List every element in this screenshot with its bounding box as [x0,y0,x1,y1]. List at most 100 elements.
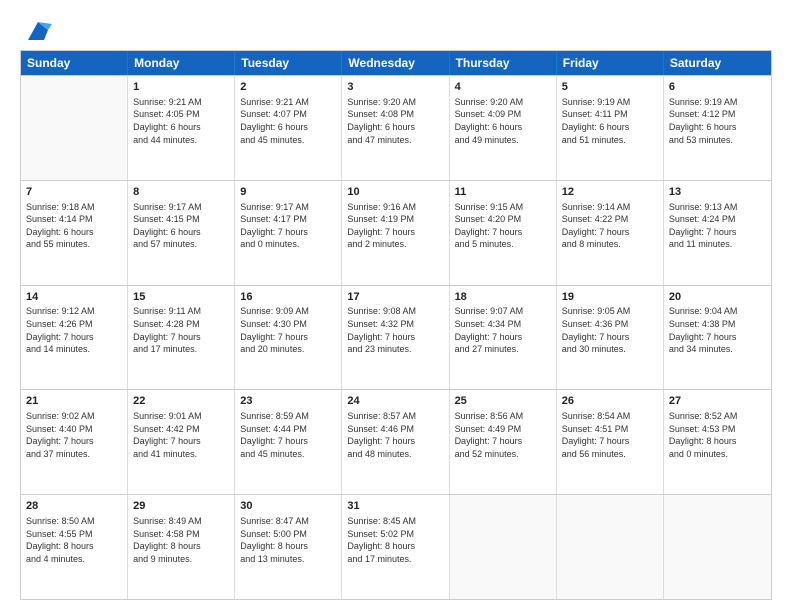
calendar-cell: 31Sunrise: 8:45 AMSunset: 5:02 PMDayligh… [342,495,449,599]
calendar-cell: 10Sunrise: 9:16 AMSunset: 4:19 PMDayligh… [342,181,449,285]
cell-info: Sunrise: 9:07 AMSunset: 4:34 PMDaylight:… [455,305,551,355]
cell-info: Sunrise: 9:13 AMSunset: 4:24 PMDaylight:… [669,201,766,251]
calendar-cell: 16Sunrise: 9:09 AMSunset: 4:30 PMDayligh… [235,286,342,390]
cell-info: Sunrise: 9:12 AMSunset: 4:26 PMDaylight:… [26,305,122,355]
day-number: 29 [133,499,229,514]
calendar-cell: 20Sunrise: 9:04 AMSunset: 4:38 PMDayligh… [664,286,771,390]
day-number: 21 [26,394,122,409]
day-number: 24 [347,394,443,409]
calendar-row-1: 7Sunrise: 9:18 AMSunset: 4:14 PMDaylight… [21,180,771,285]
day-number: 8 [133,185,229,200]
day-number: 15 [133,290,229,305]
day-number: 19 [562,290,658,305]
calendar-cell: 21Sunrise: 9:02 AMSunset: 4:40 PMDayligh… [21,390,128,494]
calendar-cell: 12Sunrise: 9:14 AMSunset: 4:22 PMDayligh… [557,181,664,285]
header-cell-tuesday: Tuesday [235,51,342,75]
cell-info: Sunrise: 9:19 AMSunset: 4:12 PMDaylight:… [669,96,766,146]
day-number: 13 [669,185,766,200]
cell-info: Sunrise: 9:17 AMSunset: 4:15 PMDaylight:… [133,201,229,251]
calendar-header: SundayMondayTuesdayWednesdayThursdayFrid… [21,51,771,75]
day-number: 18 [455,290,551,305]
day-number: 12 [562,185,658,200]
header [20,16,772,40]
cell-info: Sunrise: 9:17 AMSunset: 4:17 PMDaylight:… [240,201,336,251]
calendar-cell: 5Sunrise: 9:19 AMSunset: 4:11 PMDaylight… [557,76,664,180]
header-cell-wednesday: Wednesday [342,51,449,75]
cell-info: Sunrise: 9:09 AMSunset: 4:30 PMDaylight:… [240,305,336,355]
calendar-cell: 23Sunrise: 8:59 AMSunset: 4:44 PMDayligh… [235,390,342,494]
cell-info: Sunrise: 9:05 AMSunset: 4:36 PMDaylight:… [562,305,658,355]
calendar-cell: 1Sunrise: 9:21 AMSunset: 4:05 PMDaylight… [128,76,235,180]
calendar-row-2: 14Sunrise: 9:12 AMSunset: 4:26 PMDayligh… [21,285,771,390]
cell-info: Sunrise: 8:57 AMSunset: 4:46 PMDaylight:… [347,410,443,460]
calendar-cell: 22Sunrise: 9:01 AMSunset: 4:42 PMDayligh… [128,390,235,494]
header-cell-friday: Friday [557,51,664,75]
calendar-cell: 25Sunrise: 8:56 AMSunset: 4:49 PMDayligh… [450,390,557,494]
calendar-cell [557,495,664,599]
day-number: 14 [26,290,122,305]
cell-info: Sunrise: 9:14 AMSunset: 4:22 PMDaylight:… [562,201,658,251]
calendar-row-0: 1Sunrise: 9:21 AMSunset: 4:05 PMDaylight… [21,75,771,180]
day-number: 1 [133,80,229,95]
day-number: 5 [562,80,658,95]
day-number: 4 [455,80,551,95]
header-cell-monday: Monday [128,51,235,75]
header-cell-saturday: Saturday [664,51,771,75]
calendar-cell: 27Sunrise: 8:52 AMSunset: 4:53 PMDayligh… [664,390,771,494]
cell-info: Sunrise: 9:21 AMSunset: 4:07 PMDaylight:… [240,96,336,146]
cell-info: Sunrise: 9:01 AMSunset: 4:42 PMDaylight:… [133,410,229,460]
calendar-cell: 26Sunrise: 8:54 AMSunset: 4:51 PMDayligh… [557,390,664,494]
calendar: SundayMondayTuesdayWednesdayThursdayFrid… [20,50,772,600]
calendar-cell: 18Sunrise: 9:07 AMSunset: 4:34 PMDayligh… [450,286,557,390]
calendar-row-4: 28Sunrise: 8:50 AMSunset: 4:55 PMDayligh… [21,494,771,599]
day-number: 3 [347,80,443,95]
calendar-cell: 11Sunrise: 9:15 AMSunset: 4:20 PMDayligh… [450,181,557,285]
day-number: 7 [26,185,122,200]
day-number: 17 [347,290,443,305]
cell-info: Sunrise: 8:56 AMSunset: 4:49 PMDaylight:… [455,410,551,460]
calendar-cell: 19Sunrise: 9:05 AMSunset: 4:36 PMDayligh… [557,286,664,390]
day-number: 22 [133,394,229,409]
cell-info: Sunrise: 9:02 AMSunset: 4:40 PMDaylight:… [26,410,122,460]
cell-info: Sunrise: 9:11 AMSunset: 4:28 PMDaylight:… [133,305,229,355]
calendar-cell: 9Sunrise: 9:17 AMSunset: 4:17 PMDaylight… [235,181,342,285]
cell-info: Sunrise: 9:04 AMSunset: 4:38 PMDaylight:… [669,305,766,355]
day-number: 11 [455,185,551,200]
calendar-cell: 29Sunrise: 8:49 AMSunset: 4:58 PMDayligh… [128,495,235,599]
cell-info: Sunrise: 9:19 AMSunset: 4:11 PMDaylight:… [562,96,658,146]
calendar-cell [21,76,128,180]
calendar-cell: 2Sunrise: 9:21 AMSunset: 4:07 PMDaylight… [235,76,342,180]
page: SundayMondayTuesdayWednesdayThursdayFrid… [0,0,792,612]
cell-info: Sunrise: 9:21 AMSunset: 4:05 PMDaylight:… [133,96,229,146]
day-number: 16 [240,290,336,305]
day-number: 31 [347,499,443,514]
calendar-cell: 4Sunrise: 9:20 AMSunset: 4:09 PMDaylight… [450,76,557,180]
calendar-cell: 6Sunrise: 9:19 AMSunset: 4:12 PMDaylight… [664,76,771,180]
day-number: 6 [669,80,766,95]
header-cell-thursday: Thursday [450,51,557,75]
cell-info: Sunrise: 9:20 AMSunset: 4:09 PMDaylight:… [455,96,551,146]
cell-info: Sunrise: 8:54 AMSunset: 4:51 PMDaylight:… [562,410,658,460]
cell-info: Sunrise: 9:15 AMSunset: 4:20 PMDaylight:… [455,201,551,251]
cell-info: Sunrise: 8:49 AMSunset: 4:58 PMDaylight:… [133,515,229,565]
cell-info: Sunrise: 8:59 AMSunset: 4:44 PMDaylight:… [240,410,336,460]
day-number: 23 [240,394,336,409]
calendar-cell: 14Sunrise: 9:12 AMSunset: 4:26 PMDayligh… [21,286,128,390]
day-number: 30 [240,499,336,514]
calendar-body: 1Sunrise: 9:21 AMSunset: 4:05 PMDaylight… [21,75,771,599]
cell-info: Sunrise: 9:18 AMSunset: 4:14 PMDaylight:… [26,201,122,251]
cell-info: Sunrise: 9:16 AMSunset: 4:19 PMDaylight:… [347,201,443,251]
cell-info: Sunrise: 8:52 AMSunset: 4:53 PMDaylight:… [669,410,766,460]
day-number: 9 [240,185,336,200]
day-number: 10 [347,185,443,200]
calendar-cell: 17Sunrise: 9:08 AMSunset: 4:32 PMDayligh… [342,286,449,390]
cell-info: Sunrise: 9:20 AMSunset: 4:08 PMDaylight:… [347,96,443,146]
day-number: 27 [669,394,766,409]
cell-info: Sunrise: 8:45 AMSunset: 5:02 PMDaylight:… [347,515,443,565]
cell-info: Sunrise: 8:47 AMSunset: 5:00 PMDaylight:… [240,515,336,565]
calendar-cell: 7Sunrise: 9:18 AMSunset: 4:14 PMDaylight… [21,181,128,285]
day-number: 28 [26,499,122,514]
day-number: 25 [455,394,551,409]
calendar-cell [450,495,557,599]
logo-icon [24,16,52,44]
